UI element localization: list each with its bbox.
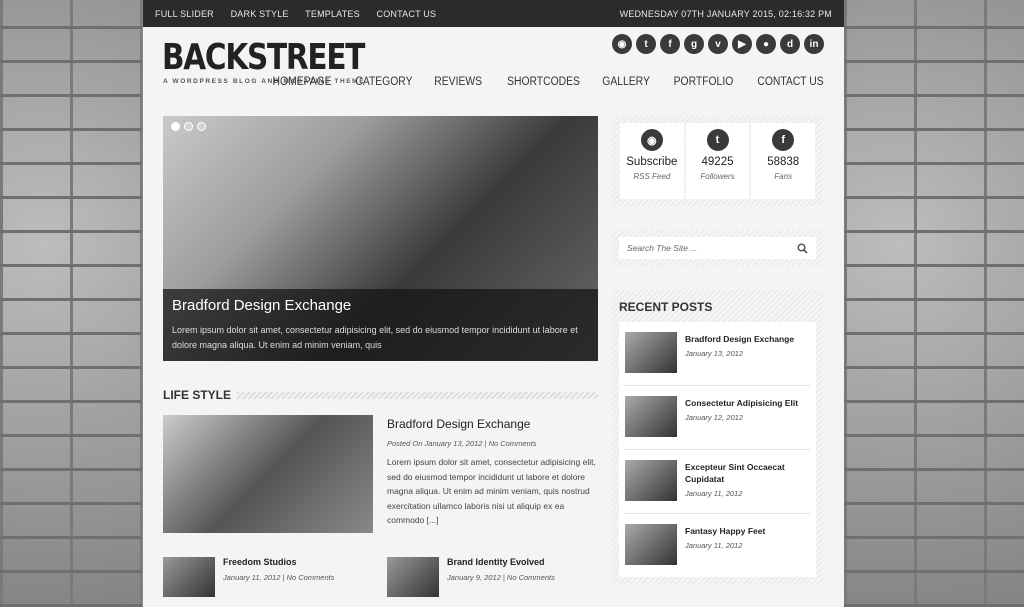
counter-label: Followers	[700, 172, 735, 181]
brick-background-left	[0, 0, 142, 607]
featured-post: Bradford Design Exchange Posted On Janua…	[387, 415, 597, 528]
main-nav: HOMEPAGE CATEGORY REVIEWS SHORTCODES GAL…	[266, 76, 824, 88]
counter-value: Subscribe	[626, 156, 678, 168]
recent-posts-heading: RECENT POSTS	[619, 300, 713, 314]
search-box: Search The Site ...	[612, 230, 823, 266]
list-item: Fantasy Happy Feet January 11, 2012	[625, 514, 810, 577]
twitter-icon: t	[706, 129, 729, 151]
nav-contact-us[interactable]: CONTACT US	[758, 76, 824, 88]
post-date: January 13, 2012	[685, 349, 743, 358]
rss-icon[interactable]: ◉	[612, 34, 632, 54]
nav-shortcodes[interactable]: SHORTCODES	[507, 76, 580, 88]
post-thumbnail[interactable]	[387, 557, 439, 597]
list-item: Consectetur Adipisicing Elit January 12,…	[625, 386, 810, 450]
sidebar: ◉ Subscribe RSS Feed t 49225 Followers f…	[612, 116, 823, 584]
slider-caption: Bradford Design Exchange Lorem ipsum dol…	[163, 289, 598, 361]
counter-label: Fans	[774, 172, 793, 181]
slider-description: Lorem ipsum dolor sit amet, consectetur …	[172, 325, 578, 350]
list-item: Excepteur Sint Occaecat Cupidatat Januar…	[625, 450, 810, 514]
nav-category[interactable]: CATEGORY	[355, 76, 412, 88]
slider-dots	[171, 122, 206, 131]
post-thumbnail[interactable]	[163, 557, 215, 597]
recent-posts-list: Bradford Design Exchange January 13, 201…	[619, 322, 816, 577]
social-counters: ◉ Subscribe RSS Feed t 49225 Followers f…	[612, 116, 823, 206]
nav-gallery[interactable]: GALLERY	[602, 76, 650, 88]
top-link-full-slider[interactable]: FULL SLIDER	[155, 9, 214, 19]
counter-value: 49225	[701, 156, 734, 168]
googleplus-icon[interactable]: g	[684, 34, 704, 54]
counter-value: 58838	[767, 156, 800, 168]
recent-posts-widget: RECENT POSTS Bradford Design Exchange Ja…	[612, 290, 823, 584]
flickr-icon[interactable]: ●	[756, 34, 776, 54]
nav-homepage[interactable]: HOMEPAGE	[273, 76, 332, 88]
counter-label: RSS Feed	[633, 172, 671, 181]
post-thumbnail[interactable]	[625, 332, 677, 373]
search-icon[interactable]	[797, 242, 808, 254]
search-input[interactable]: Search The Site ...	[619, 237, 816, 259]
counter-facebook[interactable]: f 58838 Fans	[751, 123, 816, 199]
nav-portfolio[interactable]: PORTFOLIO	[674, 76, 734, 88]
slider-title[interactable]: Bradford Design Exchange	[172, 297, 589, 314]
post-thumbnail[interactable]	[625, 460, 677, 501]
twitter-icon[interactable]: t	[636, 34, 656, 54]
top-link-dark-style[interactable]: DARK STYLE	[231, 9, 289, 19]
top-link-templates[interactable]: TEMPLATES	[305, 9, 360, 19]
list-item: Bradford Design Exchange January 13, 201…	[625, 322, 810, 386]
featured-post-meta: Posted On January 13, 2012 | No Comments	[387, 439, 537, 448]
section-heading-label: LIFE STYLE	[163, 388, 232, 402]
post-title[interactable]: Bradford Design Exchange	[685, 333, 810, 345]
brick-background-right	[844, 0, 1024, 607]
counter-twitter[interactable]: t 49225 Followers	[685, 123, 750, 199]
list-item: Freedom Studios January 11, 2012 | No Co…	[163, 555, 368, 600]
post-date: January 11, 2012	[685, 541, 743, 550]
social-icons: ◉ t f g v ▶ ● d in	[612, 34, 824, 54]
featured-post-title[interactable]: Bradford Design Exchange	[387, 417, 597, 431]
lifestyle-section-heading: LIFE STYLE	[163, 388, 598, 402]
search-placeholder: Search The Site ...	[627, 243, 698, 253]
heading-divider	[237, 391, 598, 399]
post-meta: January 11, 2012 | No Comments	[223, 573, 335, 582]
slider-dot[interactable]	[184, 122, 193, 131]
top-bar: FULL SLIDER DARK STYLE TEMPLATES CONTACT…	[143, 0, 844, 27]
datetime: WEDNESDAY 07TH JANUARY 2015, 02:16:32 PM	[619, 8, 832, 19]
post-thumbnail[interactable]	[625, 396, 677, 437]
header: BACKSTREET A WORDPRESS BLOG AND MAGAZINE…	[143, 27, 844, 105]
digg-icon[interactable]: d	[780, 34, 800, 54]
nav-reviews[interactable]: REVIEWS	[434, 76, 482, 88]
post-title[interactable]: Fantasy Happy Feet	[685, 525, 810, 537]
slider-dot[interactable]	[197, 122, 206, 131]
slider-dot[interactable]	[171, 122, 180, 131]
top-links: FULL SLIDER DARK STYLE TEMPLATES CONTACT…	[155, 9, 450, 19]
counter-rss[interactable]: ◉ Subscribe RSS Feed	[620, 123, 684, 199]
post-meta: January 9, 2012 | No Comments	[447, 573, 555, 582]
list-item: Brand Identity Evolved January 9, 2012 |…	[387, 555, 592, 600]
post-title[interactable]: Excepteur Sint Occaecat Cupidatat	[685, 461, 810, 485]
post-date: January 11, 2012	[685, 489, 743, 498]
site-logo[interactable]: BACKSTREET	[162, 37, 365, 78]
rss-icon: ◉	[640, 129, 663, 151]
featured-post-excerpt: Lorem ipsum dolor sit amet, consectetur …	[387, 457, 596, 525]
facebook-icon: f	[772, 129, 795, 151]
featured-post-image[interactable]	[163, 415, 373, 533]
post-thumbnail[interactable]	[625, 524, 677, 565]
post-title[interactable]: Consectetur Adipisicing Elit	[685, 397, 810, 409]
facebook-icon[interactable]: f	[660, 34, 680, 54]
featured-slider[interactable]: Bradford Design Exchange Lorem ipsum dol…	[163, 116, 598, 361]
post-title[interactable]: Brand Identity Evolved	[447, 557, 545, 567]
page-container: FULL SLIDER DARK STYLE TEMPLATES CONTACT…	[143, 0, 844, 607]
top-link-contact-us[interactable]: CONTACT US	[377, 9, 437, 19]
youtube-icon[interactable]: ▶	[732, 34, 752, 54]
post-date: January 12, 2012	[685, 413, 743, 422]
linkedin-icon[interactable]: in	[804, 34, 824, 54]
post-title[interactable]: Freedom Studios	[223, 557, 297, 567]
vimeo-icon[interactable]: v	[708, 34, 728, 54]
